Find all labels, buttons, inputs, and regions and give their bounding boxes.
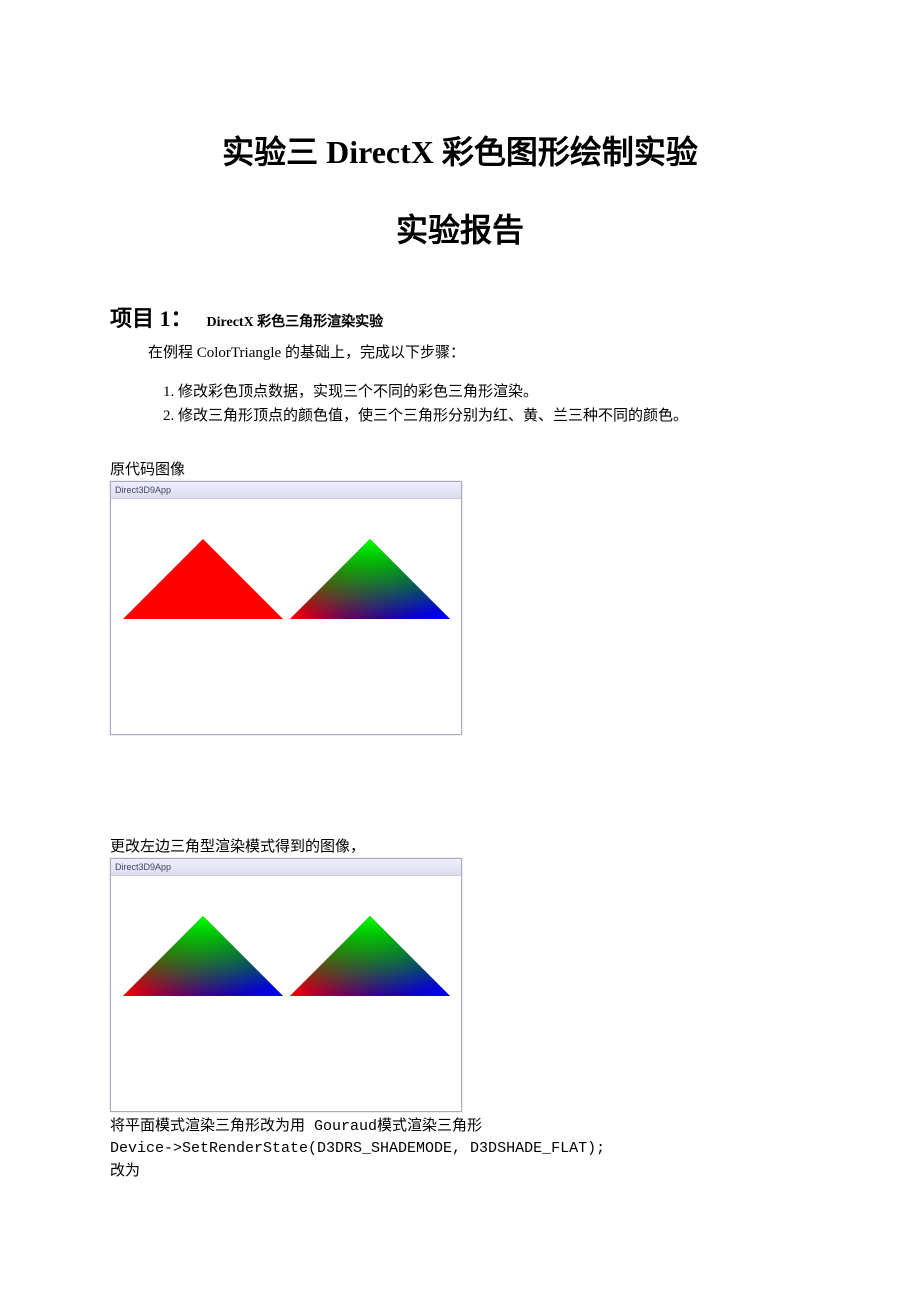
- figure-1-caption: 原代码图像: [110, 458, 810, 479]
- figure-1-titlebar: Direct3D9App: [111, 482, 461, 499]
- project-heading: 项目 1： DirectX 彩色三角形渲染实验: [110, 301, 810, 333]
- project-desc: DirectX 彩色三角形渲染实验: [207, 311, 384, 331]
- project-label: 项目 1：: [110, 301, 193, 333]
- figure-2-caption: 更改左边三角型渲染模式得到的图像，: [110, 835, 810, 856]
- figure-2-window: Direct3D9App: [110, 858, 462, 1112]
- step-1: 修改彩色顶点数据，实现三个不同的彩色三角形渲染。: [178, 380, 810, 404]
- triangle-gouraud-right: [290, 916, 450, 996]
- page-subtitle: 实验报告: [110, 205, 810, 251]
- spacer: [110, 735, 810, 805]
- triangle-gouraud-rgb: [290, 539, 450, 619]
- code-line-1: 将平面模式渲染三角形改为用 Gouraud模式渲染三角形: [110, 1116, 810, 1139]
- figure-2-triangles: [111, 916, 461, 996]
- page-title: 实验三 DirectX 彩色图形绘制实验: [110, 130, 810, 175]
- figure-1-window: Direct3D9App: [110, 481, 462, 735]
- figure-1-canvas: [111, 499, 461, 734]
- code-line-2: Device->SetRenderState(D3DRS_SHADEMODE, …: [110, 1138, 810, 1161]
- code-explanation: 将平面模式渲染三角形改为用 Gouraud模式渲染三角形 Device->Set…: [110, 1116, 810, 1184]
- intro-text: 在例程 ColorTriangle 的基础上，完成以下步骤：: [148, 341, 810, 365]
- figure-2-titlebar: Direct3D9App: [111, 859, 461, 876]
- steps-list: 修改彩色顶点数据，实现三个不同的彩色三角形渲染。 修改三角形顶点的颜色值，使三个…: [148, 380, 810, 428]
- figure-1-triangles: [111, 539, 461, 619]
- triangle-gouraud-left: [123, 916, 283, 996]
- step-2: 修改三角形顶点的颜色值，使三个三角形分别为红、黄、兰三种不同的颜色。: [178, 404, 810, 428]
- triangle-flat-red: [123, 539, 283, 619]
- figure-2-canvas: [111, 876, 461, 1111]
- code-line-3: 改为: [110, 1161, 810, 1184]
- document-page: 实验三 DirectX 彩色图形绘制实验 实验报告 项目 1： DirectX …: [0, 0, 920, 1302]
